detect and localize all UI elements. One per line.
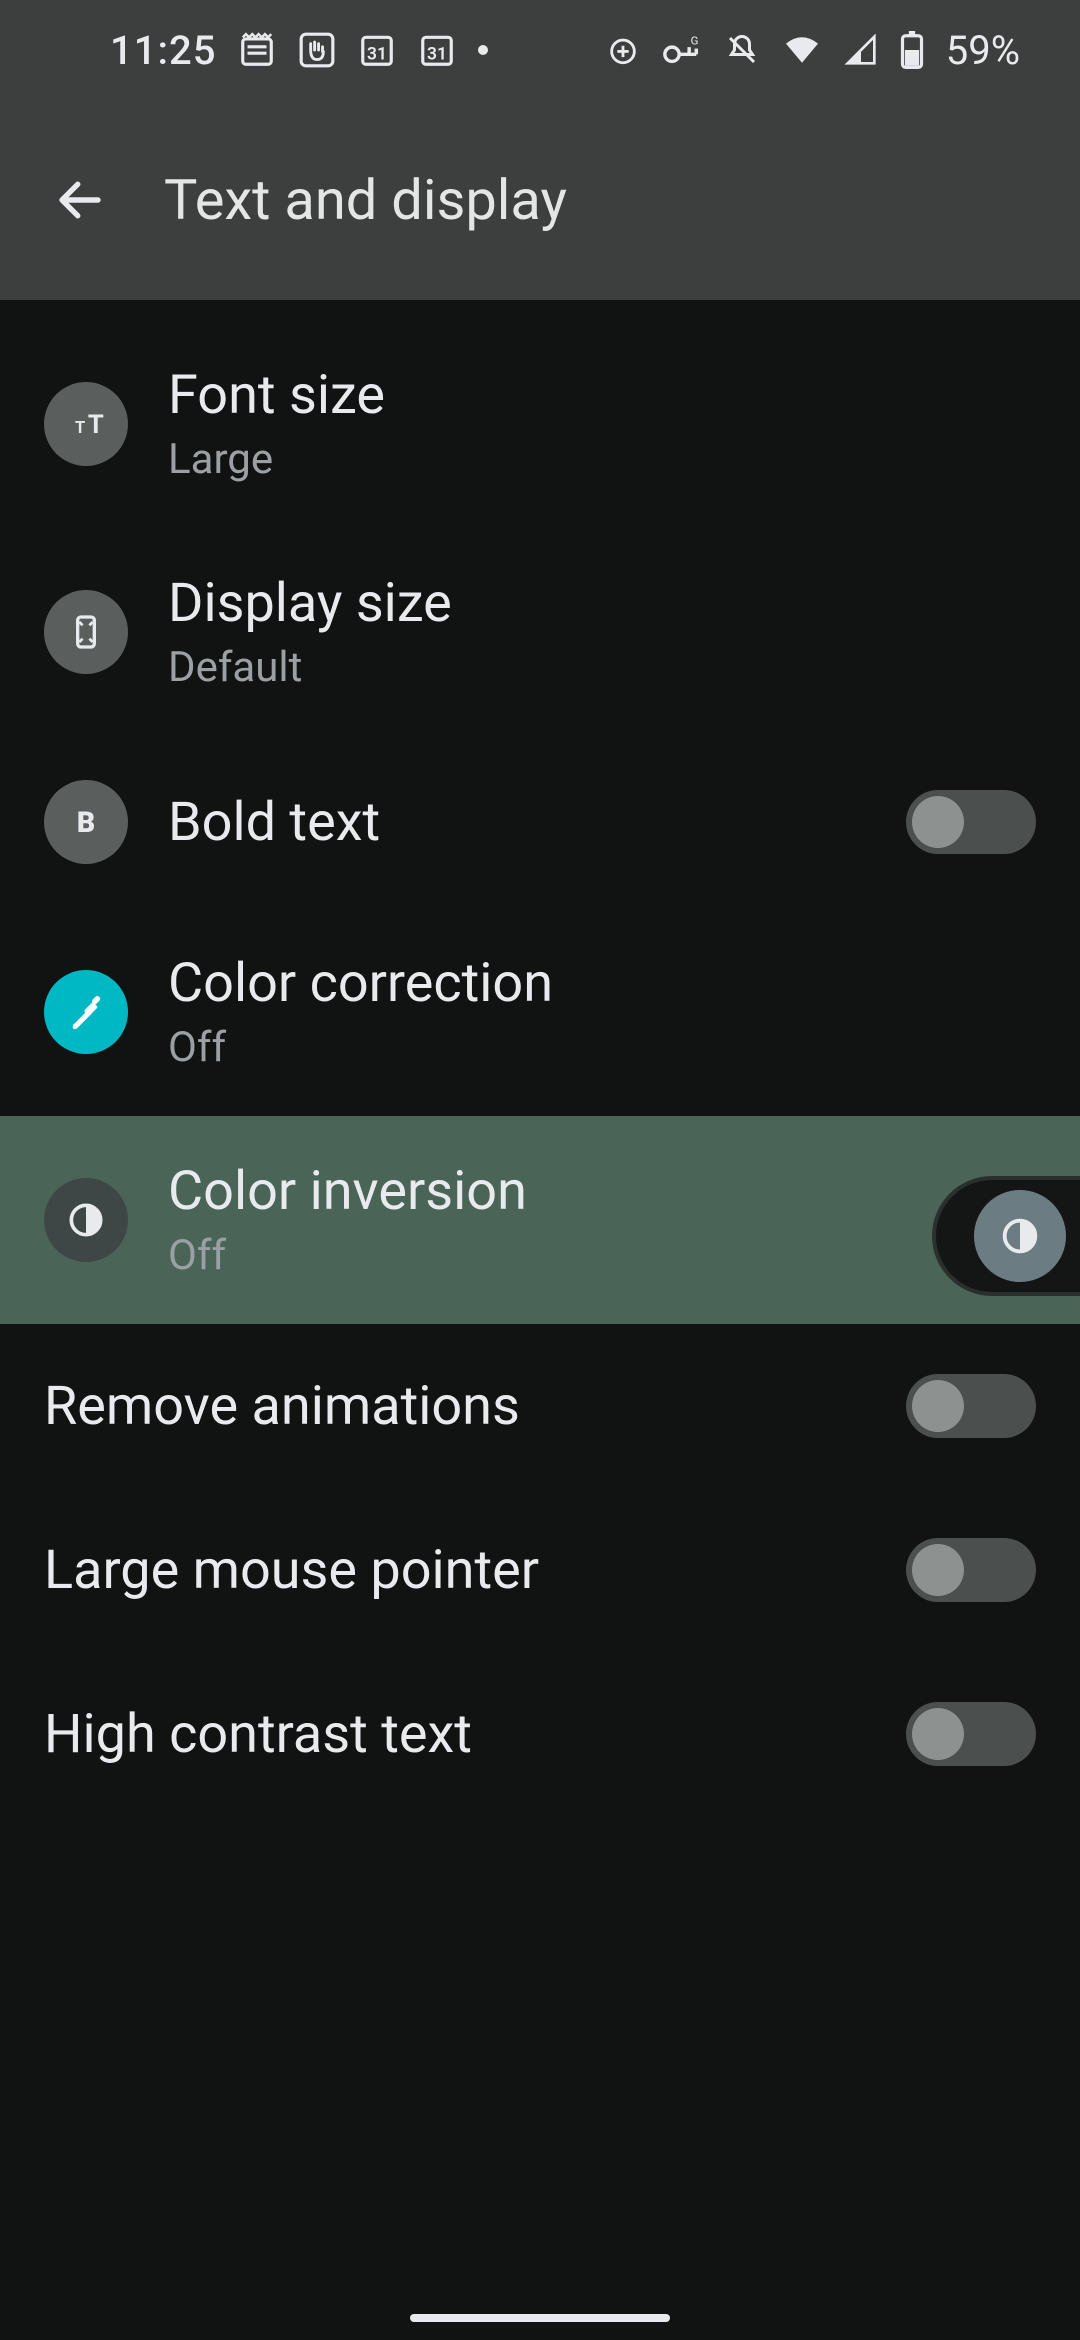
row-title: Color correction xyxy=(168,952,1036,1015)
cellular-signal-icon xyxy=(844,34,878,66)
calendar-31b-icon: 31 xyxy=(418,31,456,69)
battery-percentage: 59% xyxy=(946,27,1020,74)
font-size-icon: TT xyxy=(44,382,128,466)
status-right: G 59% xyxy=(606,27,1020,74)
row-title: Display size xyxy=(168,572,1036,635)
dnd-bell-off-icon xyxy=(724,32,760,68)
row-title: Remove animations xyxy=(44,1375,866,1438)
row-subtitle: Off xyxy=(168,1023,1036,1072)
row-font-size[interactable]: TT Font size Large xyxy=(0,320,1080,528)
status-bar: 11:25 31 31 G xyxy=(0,0,1080,100)
calendar-note-icon xyxy=(238,31,276,69)
svg-text:T: T xyxy=(88,410,104,440)
row-subtitle: Off xyxy=(168,1231,1036,1280)
invert-colors-shortcut-icon xyxy=(974,1190,1066,1282)
row-color-correction[interactable]: Color correction Off xyxy=(0,908,1080,1116)
row-subtitle: Large xyxy=(168,435,1036,484)
bold-icon: B xyxy=(44,780,128,864)
row-title: Large mouse pointer xyxy=(44,1539,866,1602)
wifi-icon xyxy=(782,34,822,66)
row-color-inversion[interactable]: Color inversion Off xyxy=(0,1116,1080,1324)
display-size-icon xyxy=(44,590,128,674)
battery-icon xyxy=(900,31,924,69)
toggle-high-contrast[interactable] xyxy=(906,1702,1036,1766)
row-remove-animations[interactable]: Remove animations xyxy=(0,1324,1080,1488)
page-title: Text and display xyxy=(164,167,567,233)
row-subtitle: Default xyxy=(168,643,1036,692)
svg-text:31: 31 xyxy=(428,45,448,65)
toggle-bold-text[interactable] xyxy=(906,790,1036,854)
toggle-large-pointer[interactable] xyxy=(906,1538,1036,1602)
row-bold-text[interactable]: B Bold text xyxy=(0,736,1080,908)
svg-text:G: G xyxy=(690,33,698,47)
row-high-contrast[interactable]: High contrast text xyxy=(0,1652,1080,1816)
gesture-nav-bar[interactable] xyxy=(410,2314,670,2322)
eyedropper-icon xyxy=(44,970,128,1054)
accessibility-shortcut-button[interactable] xyxy=(932,1176,1080,1296)
settings-list: TT Font size Large Display size Default … xyxy=(0,300,1080,1816)
back-button[interactable] xyxy=(40,160,120,240)
status-left: 11:25 31 31 xyxy=(110,27,488,74)
app-bar: Text and display xyxy=(0,100,1080,300)
row-title: High contrast text xyxy=(44,1703,866,1766)
row-large-pointer[interactable]: Large mouse pointer xyxy=(0,1488,1080,1652)
row-title: Bold text xyxy=(168,791,866,854)
row-display-size[interactable]: Display size Default xyxy=(0,528,1080,736)
alarm-add-icon xyxy=(606,33,640,67)
toggle-remove-animations[interactable] xyxy=(906,1374,1036,1438)
hand-box-icon xyxy=(298,31,336,69)
row-title: Color inversion xyxy=(168,1160,1036,1223)
svg-text:B: B xyxy=(77,806,95,839)
more-dot-icon xyxy=(478,45,488,55)
svg-text:31: 31 xyxy=(368,45,388,65)
vpn-key-icon: G xyxy=(662,33,702,67)
status-time: 11:25 xyxy=(110,27,216,74)
invert-colors-icon xyxy=(44,1178,128,1262)
arrow-back-icon xyxy=(53,173,107,227)
svg-text:T: T xyxy=(75,419,85,438)
row-title: Font size xyxy=(168,364,1036,427)
calendar-31a-icon: 31 xyxy=(358,31,396,69)
